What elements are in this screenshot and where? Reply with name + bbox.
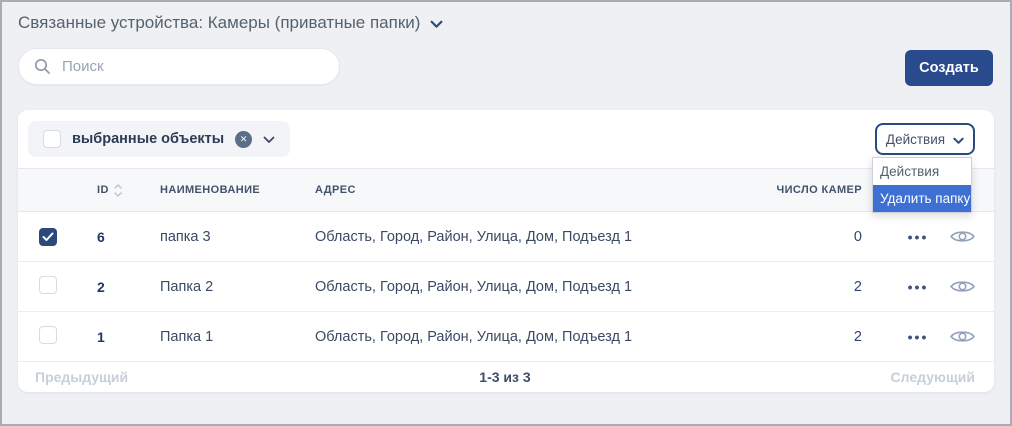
row-id: 1 [85,329,157,345]
row-checkbox[interactable] [39,228,57,246]
column-header-address: АДРЕС [312,184,768,196]
table-row: 2 Папка 2 Область, Город, Район, Улица, … [18,262,994,312]
card-toolbar: выбранные объекты ✕ Действия [18,110,994,168]
pagination-previous[interactable]: Предыдущий [35,369,348,385]
row-menu-ellipsis-icon[interactable]: ••• [888,329,948,345]
pagination-next[interactable]: Следующий [662,369,975,385]
page-title: Связанные устройства: Камеры (приватные … [18,12,443,34]
row-id: 6 [85,229,157,245]
row-view-eye-icon[interactable] [948,278,976,295]
search-box [18,48,340,85]
actions-select-label: Действия [886,132,945,147]
pagination-range: 1-3 из 3 [348,369,661,385]
row-name: Папка 2 [157,279,312,295]
row-name: Папка 1 [157,329,312,345]
table-row: 1 Папка 1 Область, Город, Район, Улица, … [18,312,994,362]
folders-card: выбранные объекты ✕ Действия Действия Уд… [18,110,994,392]
selection-label: выбранные объекты [72,131,224,147]
page-title-text: Связанные устройства: Камеры (приватные … [18,13,420,33]
row-address: Область, Город, Район, Улица, Дом, Подъе… [312,229,768,245]
selection-pill: выбранные объекты ✕ [28,121,290,157]
title-chevron-down-icon[interactable] [430,14,443,34]
table-header: ID НАИМЕНОВАНИЕ АДРЕС ЧИСЛО КАМЕР [18,168,994,212]
actions-chevron-down-icon [953,133,964,148]
sort-icon[interactable] [114,184,122,197]
row-camera-count: 0 [768,229,888,245]
row-menu-ellipsis-icon[interactable]: ••• [888,229,948,245]
selection-chevron-down-icon[interactable] [263,131,275,149]
row-view-eye-icon[interactable] [948,228,976,245]
actions-menu: Действия Удалить папку [872,157,972,213]
actions-select[interactable]: Действия [875,123,975,155]
row-id: 2 [85,279,157,295]
pagination: Предыдущий 1-3 из 3 Следующий [18,362,994,391]
menu-item-actions[interactable]: Действия [873,158,971,185]
clear-selection-icon[interactable]: ✕ [235,131,252,148]
row-checkbox[interactable] [39,326,57,344]
row-checkbox[interactable] [39,276,57,294]
search-icon [34,58,51,75]
app-window: Связанные устройства: Камеры (приватные … [0,0,1012,426]
row-name: папка 3 [157,229,312,245]
row-camera-count: 2 [768,279,888,295]
row-camera-count: 2 [768,329,888,345]
select-all-checkbox[interactable] [43,130,61,148]
row-view-eye-icon[interactable] [948,328,976,345]
row-menu-ellipsis-icon[interactable]: ••• [888,279,948,295]
table-row: 6 папка 3 Область, Город, Район, Улица, … [18,212,994,262]
row-address: Область, Город, Район, Улица, Дом, Подъе… [312,329,768,345]
column-header-name: НАИМЕНОВАНИЕ [157,184,312,196]
menu-item-delete-folder[interactable]: Удалить папку [873,185,971,212]
create-button[interactable]: Создать [905,50,993,86]
search-input[interactable] [62,58,324,75]
row-address: Область, Город, Район, Улица, Дом, Подъе… [312,279,768,295]
column-header-id: ID [85,184,157,197]
column-header-cameras: ЧИСЛО КАМЕР [768,184,888,196]
